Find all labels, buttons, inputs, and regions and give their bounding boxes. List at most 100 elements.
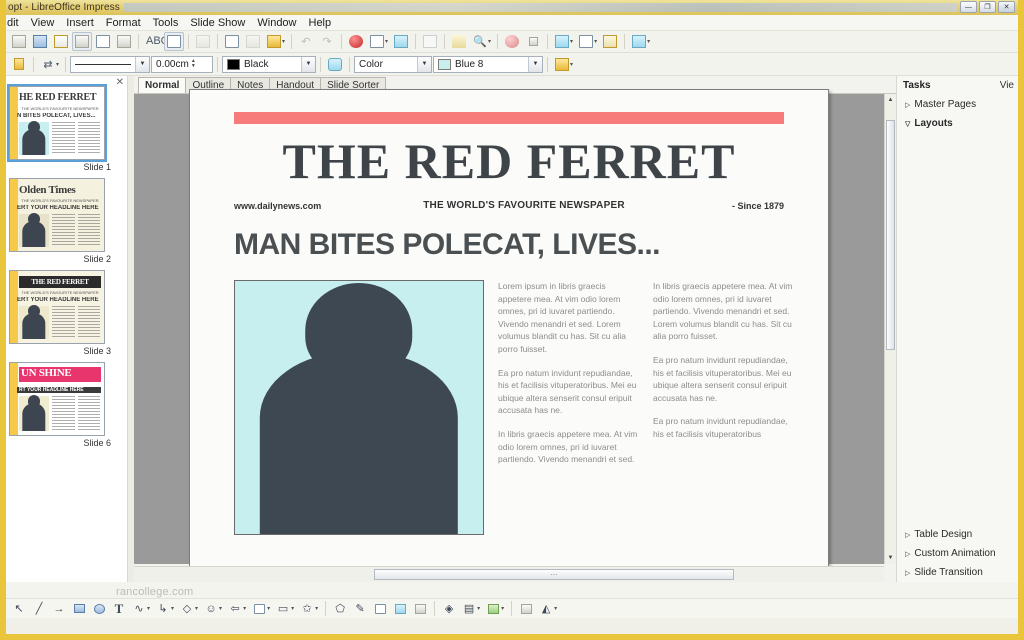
from-file-icon[interactable] [391, 601, 409, 617]
rotate-icon[interactable]: ◈ [440, 601, 458, 617]
curve-dropdown-icon[interactable]: ▾ [147, 605, 150, 612]
task-slide-transition[interactable]: ▷ Slide Transition [897, 563, 1018, 582]
chevron-down-icon[interactable]: ▼ [301, 56, 316, 72]
menu-tools[interactable]: Tools [147, 16, 185, 30]
line-icon[interactable]: ╱ [30, 601, 48, 617]
connector-dropdown-icon[interactable]: ▾ [171, 605, 174, 612]
callouts-icon[interactable]: ▭ [274, 601, 292, 617]
grid-icon[interactable] [420, 32, 440, 51]
image-icon[interactable] [391, 32, 411, 51]
gallery-icon[interactable] [411, 601, 429, 617]
close-slide-panel-icon[interactable]: ✕ [116, 77, 124, 88]
website-text[interactable]: www.dailynews.com [234, 201, 384, 211]
hyperlink-icon[interactable] [600, 32, 620, 51]
display-views-icon[interactable] [502, 32, 522, 51]
save-icon[interactable] [30, 32, 50, 51]
slide-canvas[interactable]: THE RED FERRET www.dailynews.com THE WOR… [189, 89, 829, 569]
chevron-down-icon[interactable]: ▼ [528, 56, 543, 72]
glue-points-icon[interactable]: ✎ [351, 601, 369, 617]
task-layouts[interactable]: ▽ Layouts [897, 114, 1018, 133]
vertical-scroll-thumb[interactable] [886, 120, 895, 350]
body-column-left[interactable]: Lorem ipsum in libris graecis appetere m… [498, 280, 639, 548]
table-icon[interactable] [367, 32, 387, 51]
fontwork-icon[interactable] [371, 601, 389, 617]
stars-dropdown-icon[interactable]: ▾ [315, 605, 318, 612]
menu-format[interactable]: Format [100, 16, 147, 30]
scroll-up-icon[interactable]: ▲ [885, 94, 896, 106]
basic-shapes-dropdown-icon[interactable]: ▾ [195, 605, 198, 612]
tagline-text[interactable]: THE WORLD'S FAVOURITE NEWSPAPER [384, 200, 664, 211]
block-arrows-dropdown-icon[interactable]: ▾ [243, 605, 246, 612]
area-style-icon[interactable] [552, 55, 572, 74]
line-style-select[interactable]: ▼ [70, 55, 151, 73]
canvas-vertical-scrollbar[interactable]: ▲ ▼ [884, 94, 896, 564]
task-table-design[interactable]: ▷ Table Design [897, 525, 1018, 544]
symbol-shapes-dropdown-icon[interactable]: ▾ [219, 605, 222, 612]
drawbar-overflow-icon[interactable]: ▾ [554, 605, 557, 612]
stars-icon[interactable]: ✩ [298, 601, 316, 617]
accent-bar[interactable] [234, 112, 784, 124]
arrange-icon[interactable] [484, 601, 502, 617]
fill-style-select[interactable]: Color ▼ [354, 55, 433, 73]
slide-thumbnail-3[interactable]: THE RED FERRET THE WORLD'S FAVOURITE NEW… [9, 270, 105, 344]
open-icon[interactable] [51, 32, 71, 51]
canvas-horizontal-scrollbar[interactable]: ⋯ [134, 566, 884, 582]
task-master-pages[interactable]: ▷ Master Pages [897, 95, 1018, 114]
cut-icon[interactable] [193, 32, 213, 51]
rectangle-icon[interactable] [70, 601, 88, 617]
photo-placeholder[interactable] [234, 280, 484, 535]
connector-icon[interactable]: ↳ [154, 601, 172, 617]
line-width-input[interactable]: 0.00cm ▲ ▼ [151, 55, 214, 73]
new-icon[interactable] [9, 32, 29, 51]
tab-normal[interactable]: Normal [138, 77, 187, 93]
flowchart-icon[interactable] [250, 601, 268, 617]
body-column-right[interactable]: In libris graecis appetere mea. At vim o… [653, 280, 794, 548]
slide-thumbnail-1[interactable]: HE RED FERRET THE WORLD'S FAVOURITE NEWS… [7, 84, 107, 162]
curve-icon[interactable]: ∿ [130, 601, 148, 617]
block-arrows-icon[interactable]: ⇦ [226, 601, 244, 617]
show-draw-functions-icon[interactable] [629, 32, 649, 51]
text-icon[interactable]: T [110, 601, 128, 617]
chevron-down-icon[interactable]: ▼ [135, 56, 150, 72]
tasks-view-button[interactable]: Vie [1000, 80, 1014, 91]
menu-help[interactable]: Help [303, 16, 338, 30]
shadow-icon[interactable] [325, 55, 345, 74]
start-slideshow-icon[interactable] [576, 32, 596, 51]
close-button[interactable]: ✕ [998, 1, 1015, 13]
scroll-down-icon[interactable]: ▼ [885, 552, 896, 564]
symbol-shapes-icon[interactable]: ☺ [202, 601, 220, 617]
chart-icon[interactable] [346, 32, 366, 51]
points-icon[interactable]: ⬠ [331, 601, 349, 617]
alignment-icon[interactable]: ▤ [460, 601, 478, 617]
chevron-down-icon[interactable]: ▼ [417, 56, 432, 72]
slide-thumbnail-2[interactable]: Olden Times THE WORLD'S FAVOURITE NEWSPA… [9, 178, 105, 252]
ellipse-icon[interactable] [90, 601, 108, 617]
select-icon[interactable]: ↖ [10, 601, 28, 617]
menu-insert[interactable]: Insert [60, 16, 100, 30]
line-color-select[interactable]: Black ▼ [222, 55, 317, 73]
autospellcheck-icon[interactable] [164, 32, 184, 51]
paste-icon[interactable] [243, 32, 263, 51]
menu-window[interactable]: Window [251, 16, 302, 30]
maximize-button[interactable]: ❐ [979, 1, 996, 13]
zoom-icon[interactable]: 🔍 [470, 32, 490, 51]
spelling-icon[interactable]: ABC [143, 32, 169, 51]
basic-shapes-icon[interactable]: ◇ [178, 601, 196, 617]
menu-edit[interactable]: dit [6, 16, 25, 30]
since-text[interactable]: - Since 1879 [664, 201, 784, 211]
undo-icon[interactable]: ↶ [296, 32, 316, 51]
export-pdf-icon[interactable] [93, 32, 113, 51]
crop-icon[interactable]: ◭ [537, 601, 555, 617]
flowchart-dropdown-icon[interactable]: ▾ [267, 605, 270, 612]
task-custom-animation[interactable]: ▷ Custom Animation [897, 544, 1018, 563]
shadow-icon[interactable] [517, 601, 535, 617]
alignment-dropdown-icon[interactable]: ▾ [477, 605, 480, 612]
display-views-dropdown-icon[interactable] [523, 32, 543, 51]
print-icon[interactable] [114, 32, 134, 51]
line-style-icon[interactable] [9, 55, 29, 74]
arrange-dropdown-icon[interactable]: ▾ [501, 605, 504, 612]
slide-thumbnail-6[interactable]: UN SHINE RT YOUR HEADLINE HERE [9, 362, 105, 436]
redo-icon[interactable]: ↷ [317, 32, 337, 51]
arrow-style-icon[interactable]: ⇄ [38, 55, 58, 74]
line-width-stepper[interactable]: ▲ ▼ [191, 59, 203, 69]
